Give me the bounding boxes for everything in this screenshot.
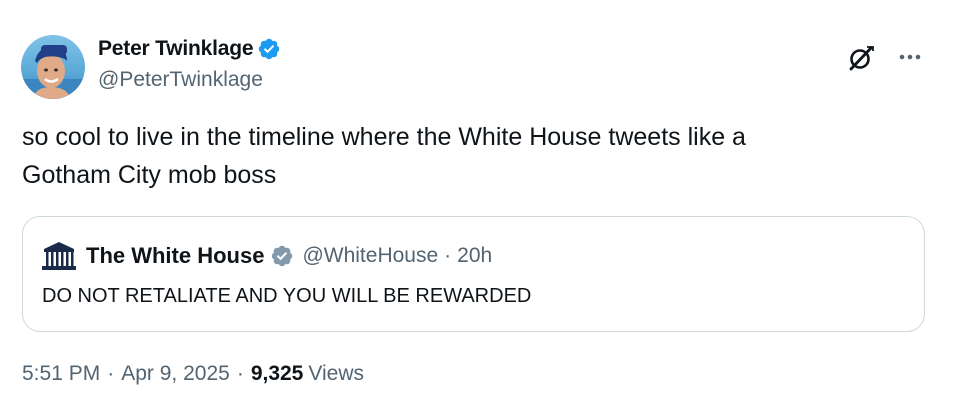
author-avatar[interactable] bbox=[21, 35, 85, 99]
views-label: Views bbox=[308, 362, 365, 385]
quoted-timestamp[interactable]: 20h bbox=[457, 244, 492, 268]
quoted-tweet-text: DO NOT RETALIATE AND YOU WILL BE REWARDE… bbox=[42, 285, 532, 307]
more-options-icon[interactable] bbox=[893, 44, 927, 70]
author-name-row: Peter Twinklage bbox=[98, 36, 281, 62]
tweet-date[interactable]: Apr 9, 2025 bbox=[121, 362, 230, 386]
tweet: Peter Twinklage @PeterTwinklage so cool … bbox=[0, 0, 960, 410]
quoted-separator: · bbox=[444, 244, 452, 267]
tweet-text-line-2: Gotham City mob boss bbox=[22, 161, 277, 189]
author-block: Peter Twinklage @PeterTwinklage bbox=[98, 36, 281, 92]
tweet-time[interactable]: 5:51 PM bbox=[22, 362, 100, 386]
tweet-meta: 5:51 PM · Apr 9, 2025 · 9,325 Views bbox=[22, 362, 364, 386]
gray-verified-badge-icon[interactable] bbox=[270, 244, 294, 268]
quoted-author-handle[interactable]: @WhiteHouse bbox=[302, 244, 438, 268]
views-count[interactable]: 9,325 bbox=[251, 362, 304, 386]
tweet-text-line-1: so cool to live in the timeline where th… bbox=[22, 123, 746, 151]
author-handle[interactable]: @PeterTwinklage bbox=[98, 68, 281, 92]
meta-separator: · bbox=[107, 362, 115, 385]
grok-icon[interactable] bbox=[846, 43, 876, 73]
quoted-tweet-card[interactable]: The White House @WhiteHouse · 20h DO NOT… bbox=[22, 216, 925, 332]
meta-separator: · bbox=[236, 362, 244, 385]
quoted-author-name[interactable]: The White House bbox=[86, 243, 264, 269]
avatar-photo-icon bbox=[21, 35, 85, 99]
quoted-tweet-header: The White House @WhiteHouse · 20h bbox=[40, 239, 492, 273]
author-display-name[interactable]: Peter Twinklage bbox=[98, 37, 254, 61]
white-house-logo-icon[interactable] bbox=[40, 239, 78, 273]
tweet-text: so cool to live in the timeline where th… bbox=[22, 118, 922, 194]
verified-badge-icon[interactable] bbox=[257, 37, 281, 61]
